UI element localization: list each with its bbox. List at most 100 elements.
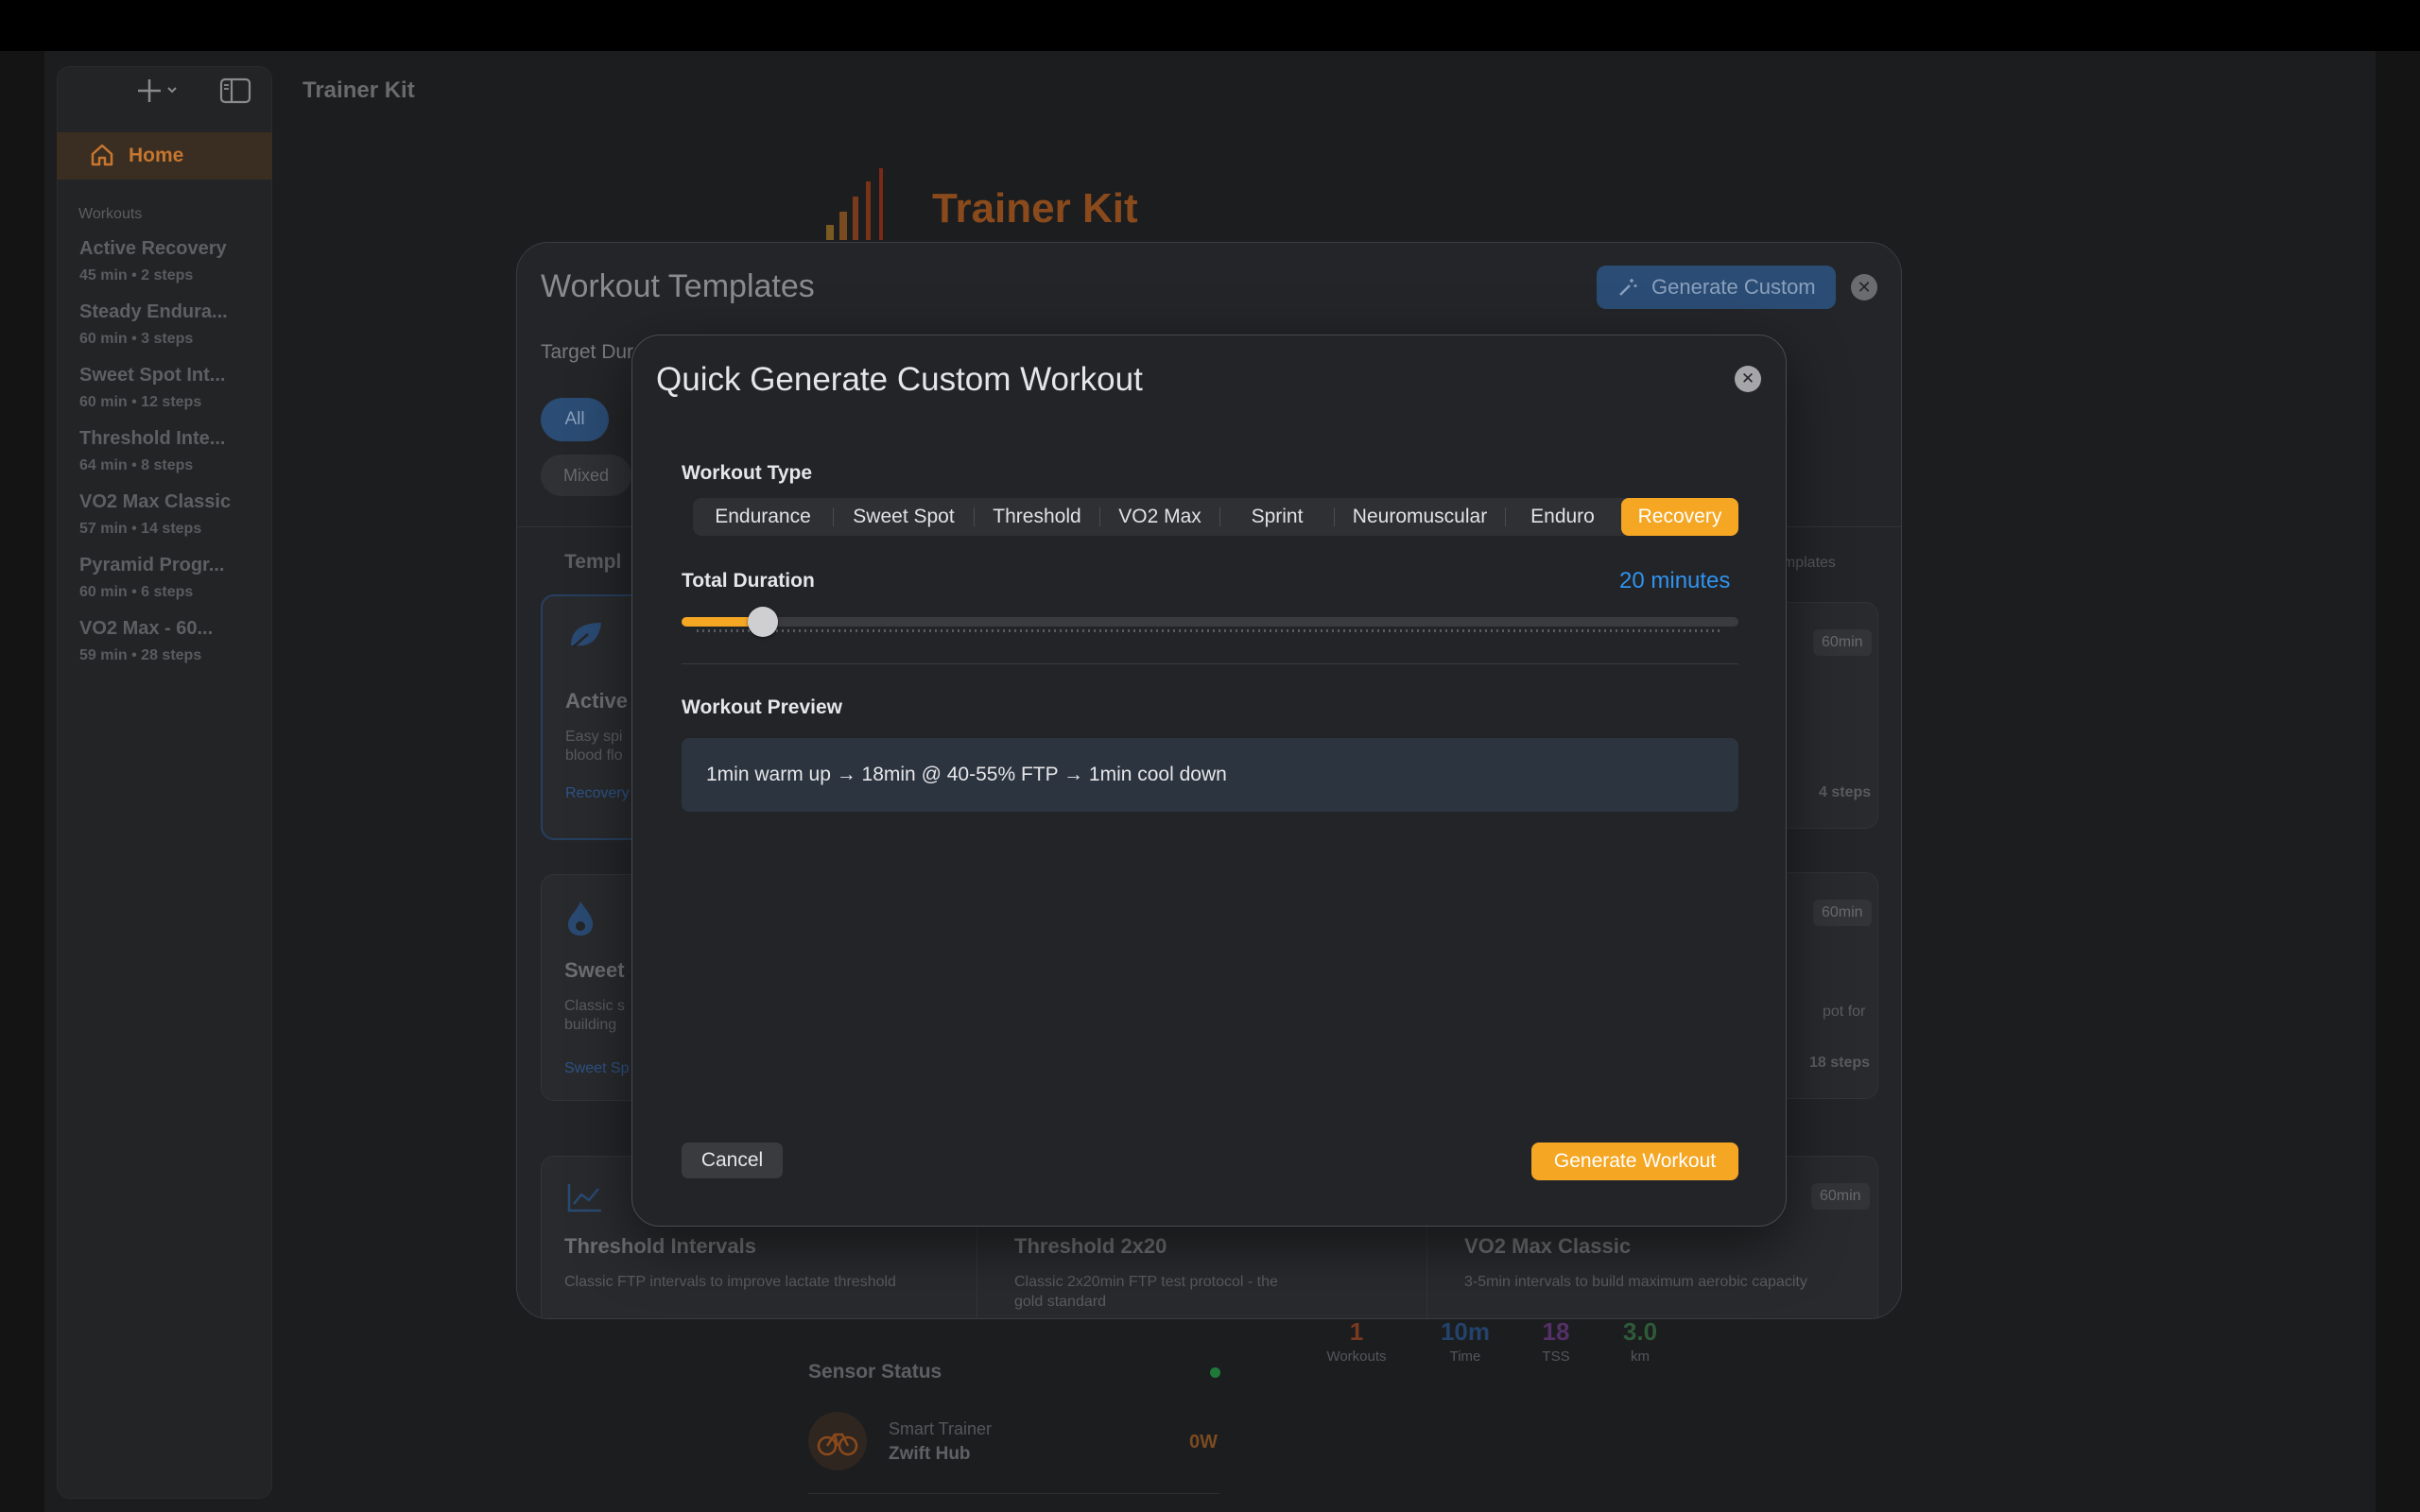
card-title[interactable]: Threshold 2x20 bbox=[1014, 1234, 1167, 1259]
sensor-status-title: Sensor Status bbox=[808, 1361, 942, 1383]
sensor-device-type: Smart Trainer bbox=[889, 1419, 993, 1438]
sidebar-workout-item[interactable]: Threshold Inte... 64 min • 8 steps bbox=[79, 428, 259, 474]
flame-icon bbox=[566, 900, 595, 942]
card-title[interactable]: VO2 Max Classic bbox=[1464, 1234, 1631, 1259]
sidebar-workout-item[interactable]: VO2 Max - 60... 59 min • 28 steps bbox=[79, 618, 259, 664]
workout-meta: 60 min • 12 steps bbox=[79, 394, 202, 410]
card-desc: Classic s bbox=[564, 998, 626, 1014]
workout-preview-text: 1min warm up → 18min @ 40-55% FTP → 1min… bbox=[706, 764, 1227, 785]
stat-value: 18 bbox=[1542, 1317, 1570, 1346]
workout-meta: 57 min • 14 steps bbox=[79, 521, 202, 537]
sidebar-home-label: Home bbox=[129, 145, 184, 166]
brand-title: Trainer Kit bbox=[932, 185, 1138, 232]
sidebar-workout-item[interactable]: Pyramid Progr... 60 min • 6 steps bbox=[79, 555, 259, 601]
card-title: Active bbox=[565, 689, 629, 713]
workout-meta: 60 min • 3 steps bbox=[79, 331, 194, 347]
modal-close-button[interactable]: ✕ bbox=[1735, 366, 1761, 392]
sidebar-section-label: Workouts bbox=[78, 206, 143, 222]
duration-badge: 60min bbox=[1813, 629, 1872, 656]
house-icon bbox=[89, 142, 115, 173]
leaf-icon bbox=[567, 619, 605, 656]
sidebar-workout-item[interactable]: Steady Endura... 60 min • 3 steps bbox=[79, 301, 259, 348]
sidebar-workout-item[interactable]: Sweet Spot Int... 60 min • 12 steps bbox=[79, 365, 259, 411]
workout-title: VO2 Max Classic bbox=[79, 491, 232, 512]
workout-title: Active Recovery bbox=[79, 238, 227, 259]
sensor-power: 0W bbox=[1189, 1432, 1218, 1452]
stat-label: TSS bbox=[1542, 1349, 1570, 1365]
segment-enduro[interactable]: Enduro bbox=[1506, 498, 1619, 536]
templates-close-button[interactable]: ✕ bbox=[1851, 274, 1877, 301]
sidebar-toggle-icon[interactable] bbox=[219, 77, 251, 109]
card-desc: blood flo bbox=[565, 747, 623, 764]
workout-title: Threshold Inte... bbox=[79, 428, 226, 449]
filter-mixed[interactable]: Mixed bbox=[541, 455, 631, 496]
wand-icon bbox=[1617, 277, 1638, 303]
card-desc: gold standard bbox=[1014, 1294, 1106, 1310]
stat-value: 1 bbox=[1349, 1317, 1364, 1346]
segment-sweet-spot[interactable]: Sweet Spot bbox=[834, 498, 974, 536]
sidebar-workout-item[interactable]: VO2 Max Classic 57 min • 14 steps bbox=[79, 491, 259, 538]
logo-icon bbox=[824, 168, 890, 247]
app-title: Trainer Kit bbox=[302, 77, 415, 103]
workout-preview-box: 1min warm up → 18min @ 40-55% FTP → 1min… bbox=[682, 738, 1738, 812]
segment-threshold[interactable]: Threshold bbox=[975, 498, 1099, 536]
stat-value: 3.0 bbox=[1622, 1317, 1658, 1346]
workout-meta: 60 min • 6 steps bbox=[79, 584, 194, 600]
divider bbox=[808, 1493, 1219, 1494]
stat-time: 10m Time bbox=[1427, 1317, 1503, 1365]
workout-type-segmented-control: Endurance Sweet Spot Threshold VO2 Max S… bbox=[693, 498, 1738, 536]
generate-custom-button[interactable]: Generate Custom bbox=[1597, 266, 1836, 309]
templates-title: Workout Templates bbox=[541, 268, 815, 304]
duration-badge: 60min bbox=[1813, 900, 1872, 926]
duration-value: 20 minutes bbox=[1619, 568, 1731, 593]
modal-title: Quick Generate Custom Workout bbox=[656, 361, 1143, 398]
workout-title: Steady Endura... bbox=[79, 301, 228, 322]
stat-label: Time bbox=[1449, 1349, 1481, 1365]
screen-top-bar bbox=[0, 0, 2420, 51]
duration-badge: 60min bbox=[1811, 1183, 1870, 1210]
sidebar-workout-item[interactable]: Active Recovery 45 min • 2 steps bbox=[79, 238, 259, 284]
stat-distance: 3.0 km bbox=[1602, 1317, 1678, 1365]
quick-generate-modal: Quick Generate Custom Workout ✕ Workout … bbox=[631, 335, 1787, 1227]
duration-slider-track[interactable] bbox=[682, 617, 1738, 627]
workout-title: VO2 Max - 60... bbox=[79, 618, 214, 639]
total-duration-label: Total Duration bbox=[682, 570, 815, 592]
card-steps: 4 steps bbox=[1819, 784, 1872, 800]
segment-neuromuscular[interactable]: Neuromuscular bbox=[1335, 498, 1505, 536]
card-title: Sweet bbox=[564, 958, 625, 982]
workout-title: Pyramid Progr... bbox=[79, 555, 225, 576]
workout-preview-label: Workout Preview bbox=[682, 696, 842, 718]
segment-endurance[interactable]: Endurance bbox=[693, 498, 833, 536]
target-duration-label: Target Dur bbox=[541, 341, 634, 363]
segment-sprint[interactable]: Sprint bbox=[1220, 498, 1334, 536]
stat-label: km bbox=[1631, 1349, 1650, 1365]
segment-vo2-max[interactable]: VO2 Max bbox=[1100, 498, 1219, 536]
workout-type-label: Workout Type bbox=[682, 462, 813, 484]
stat-label: Workouts bbox=[1326, 1349, 1387, 1365]
duration-slider-ticks bbox=[697, 629, 1723, 632]
card-desc: pot for bbox=[1823, 1004, 1866, 1020]
workout-meta: 64 min • 8 steps bbox=[79, 457, 194, 473]
generate-workout-button[interactable]: Generate Workout bbox=[1531, 1143, 1738, 1180]
add-icon[interactable] bbox=[138, 72, 180, 117]
workout-meta: 59 min • 28 steps bbox=[79, 647, 202, 663]
templates-section-title: Templ bbox=[564, 551, 622, 573]
sidebar-item-home[interactable]: Home bbox=[57, 132, 272, 180]
sensor-status-dot bbox=[1210, 1367, 1220, 1378]
bike-icon bbox=[808, 1412, 867, 1470]
generate-custom-label: Generate Custom bbox=[1651, 275, 1816, 299]
card-desc: Classic 2x20min FTP test protocol - the bbox=[1014, 1274, 1278, 1290]
stat-tss: 18 TSS bbox=[1518, 1317, 1594, 1365]
sensor-device-name: Zwift Hub bbox=[889, 1444, 971, 1464]
filter-all[interactable]: All bbox=[541, 398, 609, 441]
divider bbox=[682, 663, 1738, 664]
card-category: Recovery bbox=[565, 785, 630, 801]
segment-recovery[interactable]: Recovery bbox=[1621, 498, 1738, 536]
workout-title: Sweet Spot Int... bbox=[79, 365, 226, 386]
card-desc: Easy spi bbox=[565, 729, 623, 745]
cancel-button[interactable]: Cancel bbox=[682, 1143, 783, 1178]
close-icon: ✕ bbox=[1857, 278, 1872, 297]
card-title[interactable]: Threshold Intervals bbox=[564, 1234, 756, 1259]
close-icon: ✕ bbox=[1740, 369, 1755, 387]
duration-slider-thumb[interactable] bbox=[748, 607, 778, 637]
